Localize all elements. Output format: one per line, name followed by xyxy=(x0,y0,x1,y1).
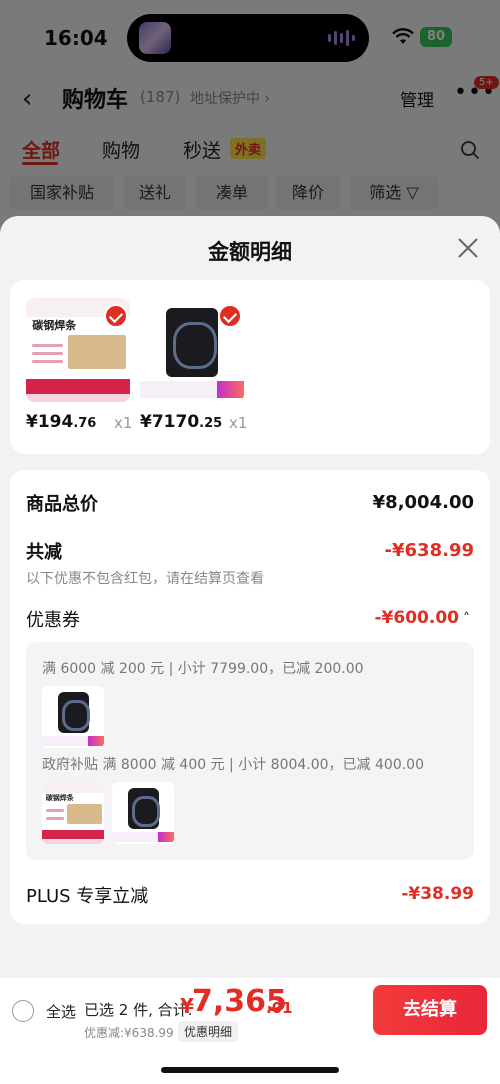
coupon-value[interactable]: -¥600.00 ˄ xyxy=(375,608,471,628)
chevron-up-icon: ˄ xyxy=(463,611,470,627)
sheet-title: 金额明细 xyxy=(208,240,292,264)
plus-discount-label: PLUS 专享立减 xyxy=(26,886,149,907)
coupon-thumb-welding-rod: 碳钢焊条 xyxy=(42,782,104,844)
total-amount-decimal: .01 xyxy=(266,999,293,1017)
selected-check-icon xyxy=(218,304,242,328)
plus-discount-value: -¥38.99 xyxy=(401,884,474,904)
selected-products-card: 碳钢焊条 ¥194.76 x1 ¥7170.25 x1 xyxy=(10,280,490,454)
coupon-thumb-ipad xyxy=(42,686,104,748)
product-qty: x1 xyxy=(114,414,133,432)
select-all-radio[interactable] xyxy=(12,1000,34,1022)
coupon-label[interactable]: 优惠券 xyxy=(26,606,80,632)
product-ipad[interactable]: ¥7170.25 x1 xyxy=(140,298,247,432)
coupon-rule-1: 满 6000 减 200 元 | 小计 7799.00，已减 200.00 xyxy=(42,661,364,677)
coupon-thumb-ipad xyxy=(112,782,174,844)
product-price: ¥7170.25 xyxy=(140,412,223,432)
amount-detail-sheet: 金额明细 碳钢焊条 ¥194.76 x1 ¥7170.25 x1 商品总价 ¥8… xyxy=(0,216,500,1084)
product-price: ¥194.76 xyxy=(26,412,97,432)
total-value: ¥8,004.00 xyxy=(372,492,474,513)
checkout-bar: 全选 已选 2 件, 合计: ¥ 7,365 .01 优惠减:¥638.99 优… xyxy=(0,978,500,1084)
discount-summary: 优惠减:¥638.99 xyxy=(84,1026,174,1040)
close-icon[interactable] xyxy=(456,236,480,260)
coupon-rule-2: 政府补贴 满 8000 减 400 元 | 小计 8004.00，已减 400.… xyxy=(42,757,424,773)
selected-check-icon xyxy=(104,304,128,328)
select-all-label[interactable]: 全选 xyxy=(46,1001,76,1022)
coupon-detail-box: 满 6000 减 200 元 | 小计 7799.00，已减 200.00 政府… xyxy=(26,642,474,860)
discount-note: 以下优惠不包含红包，请在结算页查看 xyxy=(26,571,264,587)
discount-label: 共减 xyxy=(26,542,62,563)
amount-detail-card: 商品总价 ¥8,004.00 共减 -¥638.99 以下优惠不包含红包，请在结… xyxy=(10,470,490,924)
total-label: 商品总价 xyxy=(26,494,98,515)
checkout-button[interactable]: 去结算 xyxy=(373,985,487,1035)
discount-detail-button[interactable]: 优惠明细 xyxy=(178,1021,239,1042)
discount-value: -¥638.99 xyxy=(384,540,474,561)
home-indicator xyxy=(161,1067,339,1073)
product-welding-rod[interactable]: 碳钢焊条 ¥194.76 x1 xyxy=(26,298,132,432)
product-qty: x1 xyxy=(229,414,248,432)
selected-count: 已选 2 件, 合计: xyxy=(84,1001,193,1019)
welding-rod-image: 碳钢焊条 xyxy=(26,298,130,402)
ipad-image xyxy=(140,298,244,402)
